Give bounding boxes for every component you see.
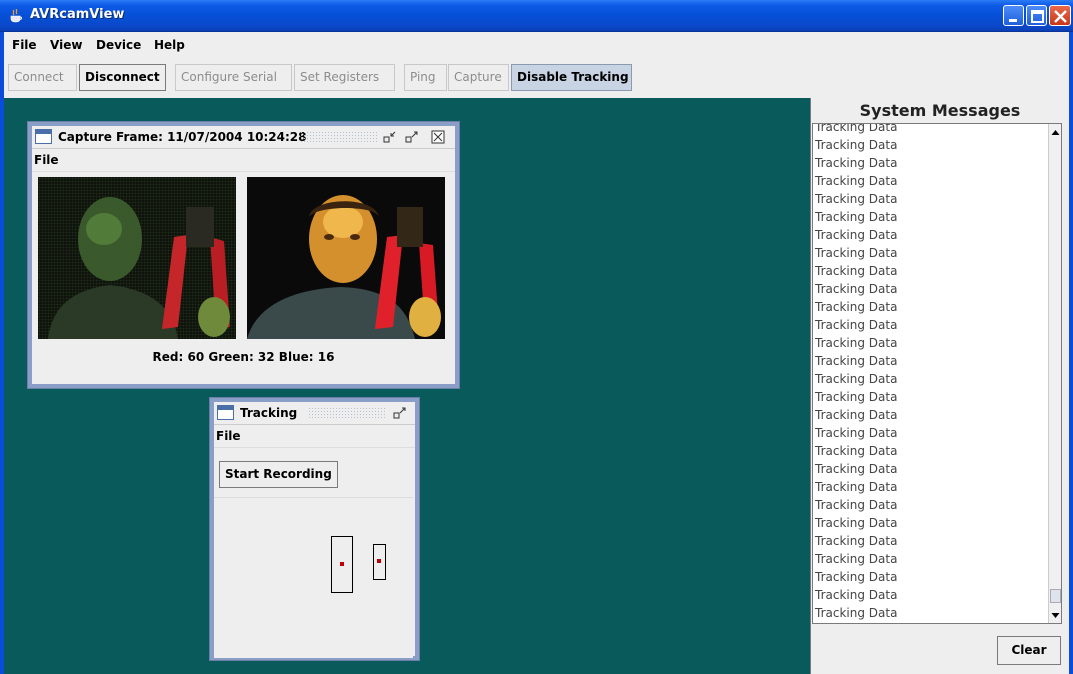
start-recording-label: Start Recording	[225, 467, 332, 481]
maximize-button[interactable]	[1026, 5, 1047, 26]
frame-window-icon	[217, 405, 234, 420]
system-messages-panel: System Messages Tracking Data Tracking Da…	[810, 98, 1069, 674]
window-titlebar[interactable]: AVRcamView	[0, 0, 1073, 32]
system-message-line: Tracking Data	[815, 354, 898, 368]
color-mapped-image[interactable]	[38, 177, 236, 339]
connect-button[interactable]: Connect	[8, 64, 77, 91]
ping-button[interactable]: Ping	[404, 64, 447, 91]
camera-frame-image[interactable]	[247, 177, 445, 339]
system-message-line: Tracking Data	[815, 372, 898, 386]
system-message-line: Tracking Data	[815, 498, 898, 512]
menubar: File View Device Help	[0, 32, 1073, 58]
capture-button[interactable]: Capture	[448, 64, 509, 91]
menu-view[interactable]: View	[50, 38, 82, 52]
minimize-icon	[1009, 19, 1017, 22]
system-message-line: Tracking Data	[815, 264, 898, 278]
configure-serial-button[interactable]: Configure Serial	[175, 64, 292, 91]
disable-tracking-button[interactable]: Disable Tracking	[511, 64, 632, 91]
menu-file[interactable]: File	[12, 38, 37, 52]
capture-frame-title: Capture Frame: 11/07/2004 10:24:28	[58, 130, 307, 144]
maximize-icon	[1031, 10, 1044, 23]
clear-button[interactable]: Clear	[997, 636, 1061, 665]
system-message-line: Tracking Data	[815, 138, 898, 152]
system-message-line: Tracking Data	[815, 336, 898, 350]
system-message-line: Tracking Data	[815, 444, 898, 458]
scroll-down-icon[interactable]	[1050, 610, 1061, 621]
color-readout: Red: 60 Green: 32 Blue: 16	[152, 350, 335, 364]
system-message-line: Tracking Data	[815, 300, 898, 314]
titlebar-grip	[300, 131, 378, 144]
minimize-icon[interactable]	[382, 129, 398, 145]
system-message-line: Tracking Data	[815, 462, 898, 476]
system-message-line: Tracking Data	[815, 174, 898, 188]
tracked-object-centroid	[377, 559, 381, 563]
start-recording-button[interactable]: Start Recording	[219, 461, 338, 488]
capture-frame-titlebar[interactable]: Capture Frame: 11/07/2004 10:24:28	[32, 126, 455, 149]
maximize-icon[interactable]	[392, 405, 408, 421]
java-cup-icon	[10, 9, 22, 23]
capture-frame-menu-file[interactable]: File	[32, 150, 455, 172]
disconnect-button[interactable]: Disconnect	[79, 64, 166, 91]
tracking-menu-file[interactable]: File	[214, 426, 415, 448]
menu-help[interactable]: Help	[154, 38, 185, 52]
capture-frame-window[interactable]: Capture Frame: 11/07/2004 10:24:28 File	[27, 121, 460, 389]
system-message-line: Tracking Data	[815, 552, 898, 566]
system-message-line: Tracking Data	[815, 570, 898, 584]
scrollbar-thumb[interactable]	[1050, 589, 1061, 603]
tracked-object-box	[331, 536, 353, 593]
minimize-button[interactable]	[1003, 5, 1024, 26]
system-message-line: Tracking Data	[815, 318, 898, 332]
system-message-line: Tracking Data	[815, 282, 898, 296]
system-message-line: Tracking Data	[815, 123, 898, 134]
close-icon	[1054, 10, 1067, 23]
system-messages-title: System Messages	[859, 101, 1021, 120]
tracking-display	[214, 497, 413, 658]
window-border	[1069, 32, 1073, 674]
toolbar: Connect Disconnect Configure Serial Set …	[0, 58, 1073, 98]
system-message-line: Tracking Data	[815, 408, 898, 422]
system-messages-list[interactable]: Tracking Data Tracking Data Tracking Data T…	[812, 123, 1062, 624]
frame-window-icon	[35, 129, 52, 144]
maximize-icon[interactable]	[404, 129, 420, 145]
system-message-line: Tracking Data	[815, 426, 898, 440]
tracking-title: Tracking	[240, 406, 298, 420]
system-message-line: Tracking Data	[815, 588, 898, 602]
system-message-line: Tracking Data	[815, 480, 898, 494]
system-message-line: Tracking Data	[815, 246, 898, 260]
clear-button-label: Clear	[1011, 643, 1047, 657]
system-message-line: Tracking Data	[815, 390, 898, 404]
system-message-line: Tracking Data	[815, 228, 898, 242]
close-button[interactable]	[1049, 5, 1071, 26]
system-message-line: Tracking Data	[815, 606, 898, 620]
scroll-up-icon[interactable]	[1050, 127, 1061, 138]
tracking-titlebar[interactable]: Tracking	[214, 402, 415, 425]
window-title: AVRcamView	[30, 7, 125, 22]
system-message-line: Tracking Data	[815, 534, 898, 548]
vertical-scrollbar[interactable]	[1048, 124, 1061, 623]
system-message-line: Tracking Data	[815, 156, 898, 170]
tracked-object-centroid	[340, 562, 344, 566]
system-message-line: Tracking Data	[815, 210, 898, 224]
system-message-line: Tracking Data	[815, 192, 898, 206]
desktop-pane: Capture Frame: 11/07/2004 10:24:28 File	[4, 98, 810, 674]
system-message-line: Tracking Data	[815, 516, 898, 530]
close-icon[interactable]	[430, 129, 446, 145]
set-registers-button[interactable]: Set Registers	[294, 64, 395, 91]
menu-device[interactable]: Device	[96, 38, 141, 52]
titlebar-grip	[308, 407, 386, 420]
tracking-window[interactable]: Tracking File Start Recording	[209, 397, 420, 661]
tracked-object-box	[373, 544, 386, 580]
